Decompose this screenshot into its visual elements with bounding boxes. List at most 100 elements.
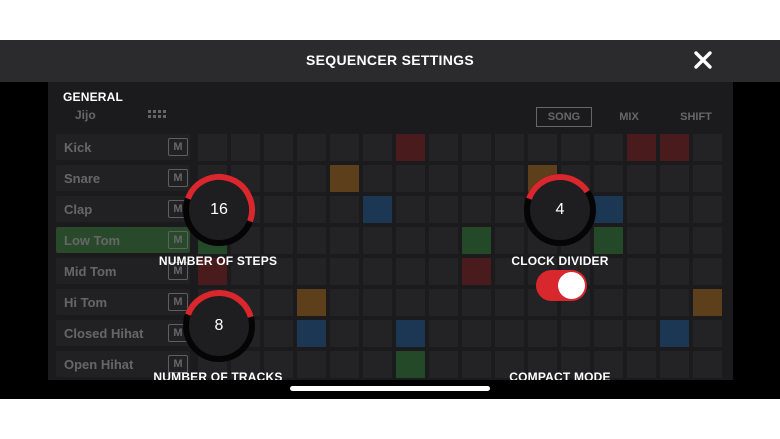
bottom-margin [0,399,780,439]
background-step-pad [396,165,425,192]
background-mute-badge: M [168,138,188,156]
background-step-pad [330,227,359,254]
steps-knob[interactable]: 16 [179,170,259,250]
background-step-pad [297,289,326,316]
background-step-pad [363,165,392,192]
background-track-name: Mid Tom [64,264,117,279]
background-step-pad [297,196,326,223]
background-step-pad [429,289,458,316]
background-step-pad [495,134,524,161]
background-step-pad [396,258,425,285]
background-step-pad [462,227,491,254]
background-step-pad [396,196,425,223]
background-track-name: Kick [64,140,92,155]
background-step-pad [660,258,689,285]
background-step-pad [660,196,689,223]
background-step-pad [264,196,293,223]
background-step-pad [495,320,524,347]
background-step-pad [429,320,458,347]
tracks-label: NUMBER OF TRACKS [153,370,283,380]
background-step-pad [429,134,458,161]
background-track-label: Clap M [56,196,190,222]
background-step-pad [264,227,293,254]
background-track-name: Low Tom [64,233,121,248]
background-shift-box: SHIFT [680,111,712,123]
background-step-pad [660,289,689,316]
background-step-pad [264,320,293,347]
background-step-pad [693,196,722,223]
background-track-label: Low Tom M [56,227,190,253]
background-step-pad [429,196,458,223]
background-step-pad [627,320,656,347]
clock-divider-value: 4 [555,201,565,218]
background-step-pad [363,196,392,223]
background-step-pad [627,227,656,254]
background-song-box: SONG [536,107,592,127]
clock-divider-knob[interactable]: 4 [520,170,600,250]
background-step-pad [462,196,491,223]
background-step-pad [363,134,392,161]
background-step-pad [693,258,722,285]
background-step-pad [693,351,722,378]
background-step-pad [660,351,689,378]
background-step-pad [462,134,491,161]
background-step-pad [429,227,458,254]
background-step-pad [627,134,656,161]
background-track-label: Kick M [56,134,190,160]
tracks-knob[interactable]: 8 [179,286,259,366]
header-bar: SEQUENCER SETTINGS [0,40,780,82]
background-step-pad [363,258,392,285]
background-step-pad [429,351,458,378]
background-step-pad [330,289,359,316]
background-step-pad [330,196,359,223]
background-step-pad [528,134,557,161]
close-button[interactable] [688,48,718,74]
background-step-pad [627,165,656,192]
clock-divider-label: CLOCK DIVIDER [511,254,609,268]
background-step-pad [396,289,425,316]
background-step-pad [264,134,293,161]
background-step-pad [693,165,722,192]
toggle-thumb [558,272,585,299]
background-track-row: Hi Tom M [48,287,733,318]
tracks-value: 8 [214,317,224,334]
background-step-pad [660,165,689,192]
home-indicator [290,386,490,391]
steps-label: NUMBER OF STEPS [158,254,278,268]
page-title: SEQUENCER SETTINGS [306,52,474,68]
background-track-label: Hi Tom M [56,289,190,315]
background-step-pad [363,227,392,254]
background-step-pad [198,134,227,161]
background-toolbar: Jijo SONG MIX SHIFT [48,104,733,130]
background-step-pad [396,134,425,161]
steps-value: 16 [210,201,228,218]
background-track-name: Closed Hihat [64,326,144,341]
background-logo: Jijo [75,108,96,122]
background-step-pad [363,289,392,316]
background-track-name: Snare [64,171,101,186]
top-margin [0,0,780,40]
background-step-pad [594,289,623,316]
background-step-pad [231,134,260,161]
background-step-pad [627,196,656,223]
close-icon [694,51,712,69]
background-step-pad [528,320,557,347]
background-step-pad [693,227,722,254]
background-step-pad [330,258,359,285]
background-track-name: Open Hihat [64,357,134,372]
background-step-pad [693,320,722,347]
background-step-pad [429,258,458,285]
app-screen: SEQUENCER SETTINGS Jijo SONG MIX SHIFT K… [0,40,780,399]
background-step-pad [462,320,491,347]
sequencer-background: Jijo SONG MIX SHIFT Kick M Snare M Clap M Low … [48,82,733,380]
background-step-pad [297,320,326,347]
settings-panel: Jijo SONG MIX SHIFT Kick M Snare M Clap M Low … [48,82,733,380]
background-step-pad [594,134,623,161]
background-step-pad [297,227,326,254]
background-step-pad [330,320,359,347]
compact-mode-toggle[interactable] [536,270,587,301]
background-step-pad [330,351,359,378]
section-title: GENERAL [63,90,124,104]
background-track-name: Hi Tom [64,295,108,310]
background-step-pad [660,320,689,347]
